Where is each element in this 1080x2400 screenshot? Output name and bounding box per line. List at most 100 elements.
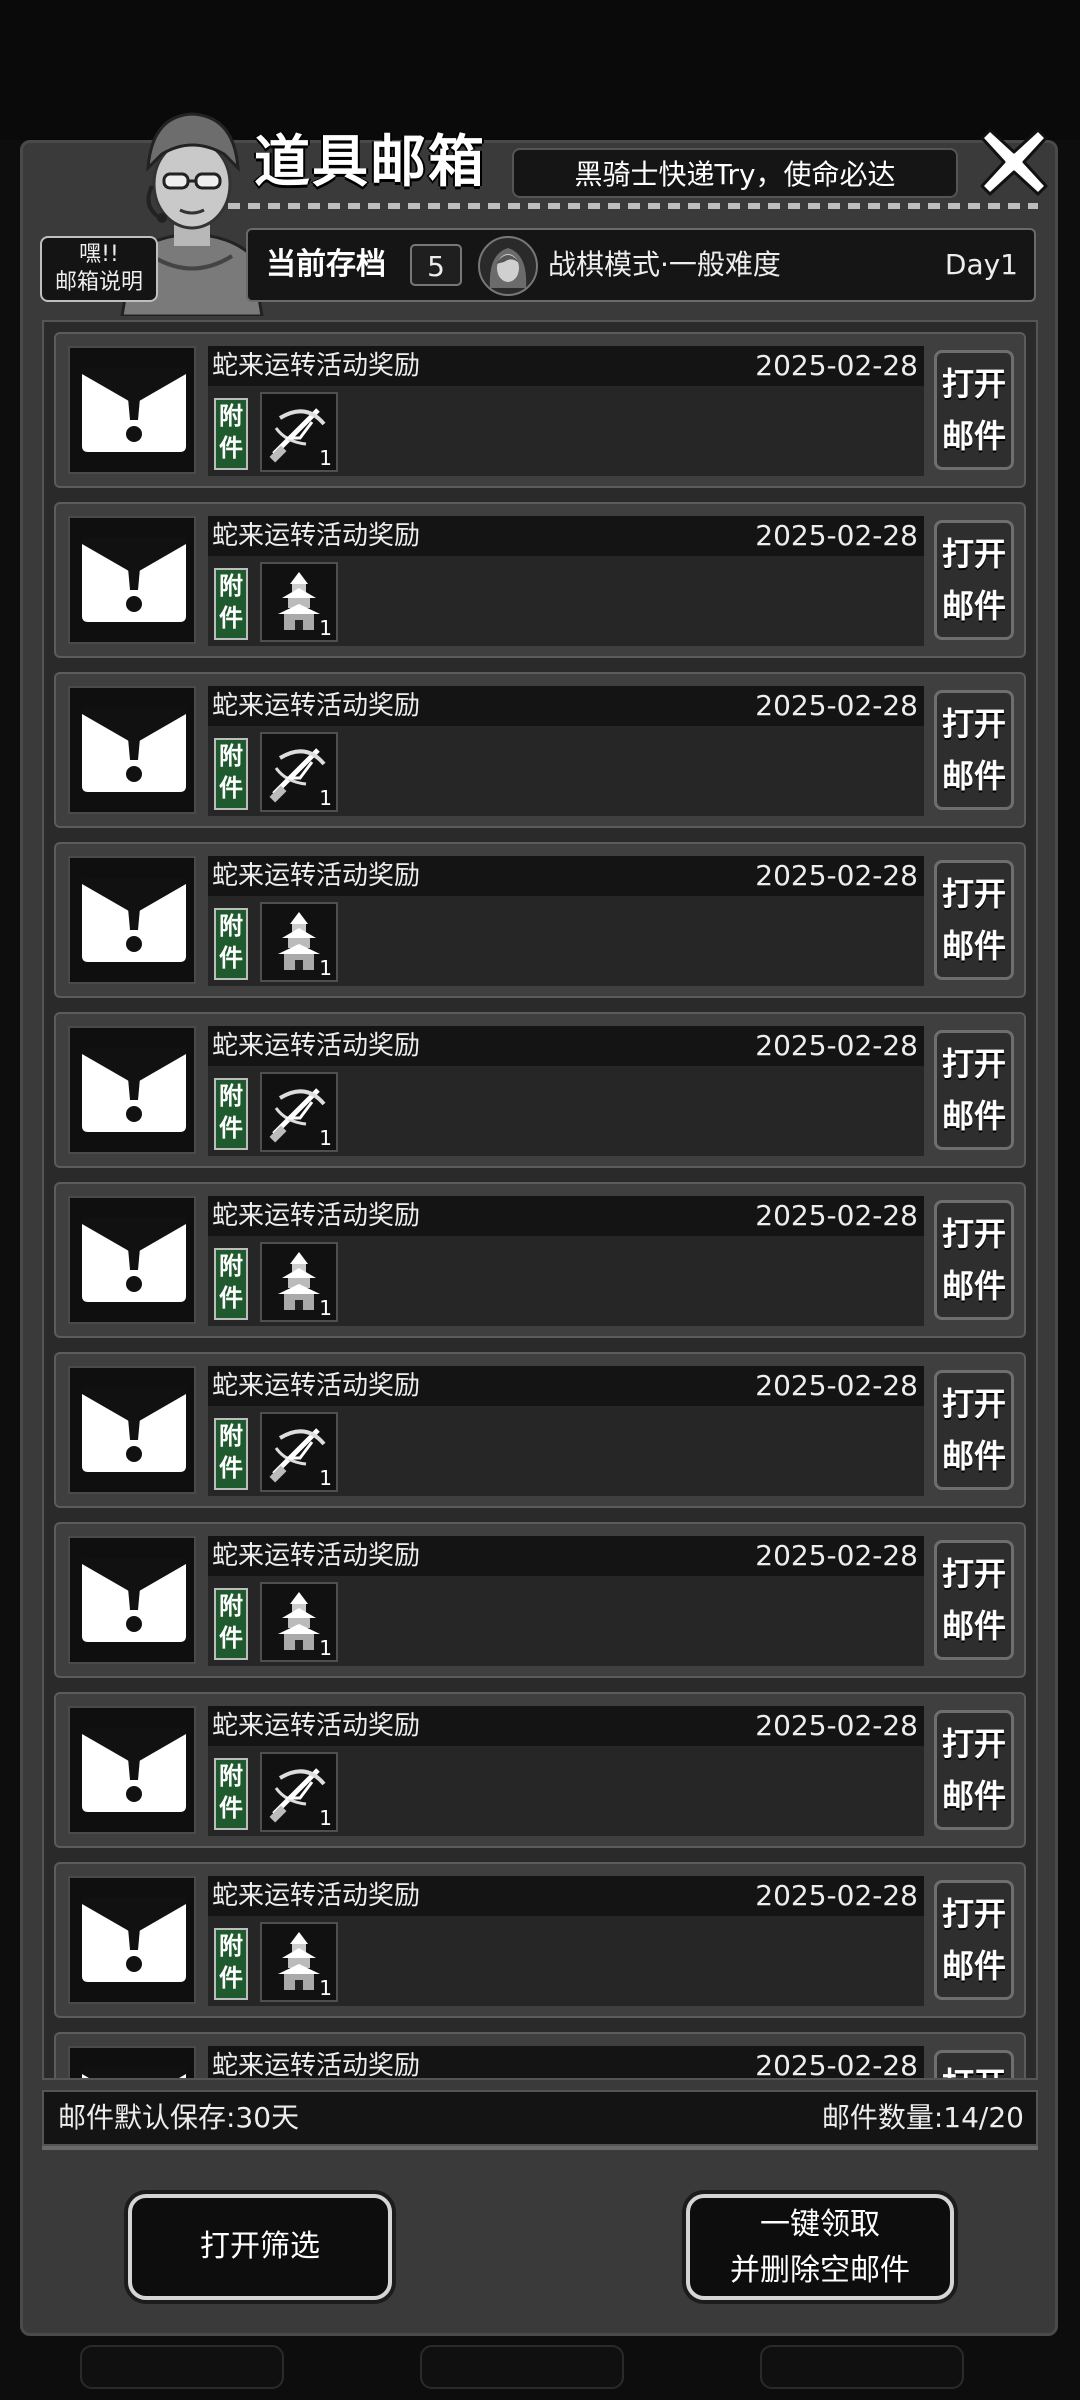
attachment-item-slot[interactable]: 1 (260, 1752, 338, 1832)
mail-header: 蛇来运转活动奖励 2025-02-28 (208, 1366, 924, 1406)
mail-item[interactable]: 蛇来运转活动奖励 2025-02-28 附 件 1 打开 邮件 (54, 672, 1026, 828)
mail-date: 2025-02-28 (755, 1199, 918, 1232)
mail-title: 蛇来运转活动奖励 (212, 351, 421, 381)
mail-content: 蛇来运转活动奖励 2025-02-28 附 件 1 (208, 346, 924, 476)
save-slot-number: 5 (410, 244, 462, 286)
mail-header: 蛇来运转活动奖励 2025-02-28 (208, 1536, 924, 1576)
attachment-tag-char1: 附 (219, 1422, 243, 1450)
save-slot-bar: 当前存档 5 战棋模式·一般难度 Day1 (246, 228, 1036, 302)
mail-title: 蛇来运转活动奖励 (212, 1881, 421, 1911)
mailbox-help-button[interactable]: 嘿!! 邮箱说明 (40, 236, 158, 302)
open-filter-button[interactable]: 打开筛选 (128, 2194, 392, 2300)
mail-date: 2025-02-28 (755, 2049, 918, 2080)
open-mail-label-line2: 邮件 (941, 417, 1006, 455)
help-label-text: 邮箱说明 (54, 270, 143, 295)
open-mail-label-line2: 邮件 (941, 927, 1006, 965)
mail-content: 蛇来运转活动奖励 2025-02-28 附 件 1 (208, 1196, 924, 1326)
mail-item[interactable]: 蛇来运转活动奖励 2025-02-28 附 件 1 打开 邮件 (54, 2032, 1026, 2080)
mail-item[interactable]: 蛇来运转活动奖励 2025-02-28 附 件 1 打开 邮件 (54, 1692, 1026, 1848)
divider (42, 2146, 1038, 2150)
attachment-tag-char1: 附 (219, 1762, 243, 1790)
mail-notice-icon (68, 1196, 196, 1324)
item-quantity: 1 (319, 1636, 332, 1660)
open-mail-button[interactable]: 打开 邮件 (934, 2050, 1014, 2078)
attachment-item-slot[interactable]: 1 (260, 732, 338, 812)
open-mail-button[interactable]: 打开 邮件 (934, 520, 1014, 640)
open-mail-label-line1: 打开 (941, 1215, 1006, 1253)
mail-title: 蛇来运转活动奖励 (212, 691, 421, 721)
background-tab (760, 2345, 964, 2389)
attachment-tag-char2: 件 (219, 604, 243, 632)
mail-item[interactable]: 蛇来运转活动奖励 2025-02-28 附 件 1 打开 邮件 (54, 332, 1026, 488)
courier-slogan: 黑骑士快递Try，使命必达 (512, 148, 958, 198)
open-mail-button[interactable]: 打开 邮件 (934, 1370, 1014, 1490)
mail-item[interactable]: 蛇来运转活动奖励 2025-02-28 附 件 1 打开 邮件 (54, 1862, 1026, 2018)
mail-header: 蛇来运转活动奖励 2025-02-28 (208, 1196, 924, 1236)
mail-date: 2025-02-28 (755, 1539, 918, 1572)
item-quantity: 1 (319, 1806, 332, 1830)
mail-notice-icon (68, 516, 196, 644)
mail-title: 蛇来运转活动奖励 (212, 1031, 421, 1061)
attachment-item-slot[interactable]: 1 (260, 562, 338, 642)
open-mail-label-line2: 邮件 (941, 1267, 1006, 1305)
attachment-tag-char2: 件 (219, 434, 243, 462)
attachment-tag-char1: 附 (219, 1082, 243, 1110)
attachment-item-slot[interactable]: 1 (260, 1072, 338, 1152)
retention-text: 邮件默认保存:30天 (58, 2101, 300, 2134)
mail-content: 蛇来运转活动奖励 2025-02-28 附 件 1 (208, 1536, 924, 1666)
open-mail-button[interactable]: 打开 邮件 (934, 1200, 1014, 1320)
mail-item[interactable]: 蛇来运转活动奖励 2025-02-28 附 件 1 打开 邮件 (54, 1522, 1026, 1678)
open-mail-button[interactable]: 打开 邮件 (934, 690, 1014, 810)
claim-all-button[interactable]: 一键领取 并删除空邮件 (686, 2194, 954, 2300)
attachment-item-slot[interactable]: 1 (260, 1922, 338, 2002)
mail-date: 2025-02-28 (755, 349, 918, 382)
mail-header: 蛇来运转活动奖励 2025-02-28 (208, 346, 924, 386)
mail-date: 2025-02-28 (755, 1029, 918, 1062)
attachment-item-slot[interactable]: 1 (260, 902, 338, 982)
mail-item[interactable]: 蛇来运转活动奖励 2025-02-28 附 件 1 打开 邮件 (54, 502, 1026, 658)
mail-title: 蛇来运转活动奖励 (212, 1201, 421, 1231)
mail-title: 蛇来运转活动奖励 (212, 521, 421, 551)
close-button[interactable] (978, 126, 1050, 198)
mail-list[interactable]: 蛇来运转活动奖励 2025-02-28 附 件 1 打开 邮件 蛇来运转活动奖励… (42, 320, 1038, 2080)
open-mail-label-line2: 邮件 (941, 1607, 1006, 1645)
open-mail-button[interactable]: 打开 邮件 (934, 1540, 1014, 1660)
open-mail-label-line2: 邮件 (941, 1097, 1006, 1135)
background-tab (420, 2345, 624, 2389)
mail-item[interactable]: 蛇来运转活动奖励 2025-02-28 附 件 1 打开 邮件 (54, 1182, 1026, 1338)
mail-notice-icon (68, 2046, 196, 2078)
open-mail-label-line1: 打开 (941, 875, 1006, 913)
mail-notice-icon (68, 1026, 196, 1154)
attachment-tag: 附 件 (214, 1078, 248, 1150)
title-divider (228, 203, 1038, 209)
open-mail-button[interactable]: 打开 邮件 (934, 1030, 1014, 1150)
open-mail-button[interactable]: 打开 邮件 (934, 350, 1014, 470)
attachment-tag: 附 件 (214, 1418, 248, 1490)
item-quantity: 1 (319, 446, 332, 470)
mail-content: 蛇来运转活动奖励 2025-02-28 附 件 1 (208, 856, 924, 986)
mail-date: 2025-02-28 (755, 1879, 918, 1912)
open-mail-button[interactable]: 打开 邮件 (934, 1880, 1014, 2000)
attachment-item-slot[interactable]: 1 (260, 392, 338, 472)
background-tab (80, 2345, 284, 2389)
attachment-item-slot[interactable]: 1 (260, 1582, 338, 1662)
open-mail-label-line2: 邮件 (941, 587, 1006, 625)
open-mail-label-line1: 打开 (937, 2058, 1011, 2078)
mail-count-text: 邮件数量:14/20 (821, 2101, 1024, 2134)
open-mail-label-line2: 邮件 (941, 1947, 1006, 1985)
attachment-item-slot[interactable]: 1 (260, 1412, 338, 1492)
mail-date: 2025-02-28 (755, 1709, 918, 1742)
open-mail-button[interactable]: 打开 邮件 (934, 860, 1014, 980)
mail-item[interactable]: 蛇来运转活动奖励 2025-02-28 附 件 1 打开 邮件 (54, 842, 1026, 998)
attachment-tag-char2: 件 (219, 1624, 243, 1652)
mail-notice-icon (68, 1366, 196, 1494)
mail-item[interactable]: 蛇来运转活动奖励 2025-02-28 附 件 1 打开 邮件 (54, 1352, 1026, 1508)
attachment-tag-char2: 件 (219, 1114, 243, 1142)
attachment-tag: 附 件 (214, 908, 248, 980)
mail-item[interactable]: 蛇来运转活动奖励 2025-02-28 附 件 1 打开 邮件 (54, 1012, 1026, 1168)
attachment-item-slot[interactable]: 1 (260, 1242, 338, 1322)
item-quantity: 1 (319, 1976, 332, 2000)
mail-content: 蛇来运转活动奖励 2025-02-28 附 件 1 (208, 1706, 924, 1836)
help-label-exclaim: 嘿!! (79, 242, 119, 267)
open-mail-button[interactable]: 打开 邮件 (934, 1710, 1014, 1830)
